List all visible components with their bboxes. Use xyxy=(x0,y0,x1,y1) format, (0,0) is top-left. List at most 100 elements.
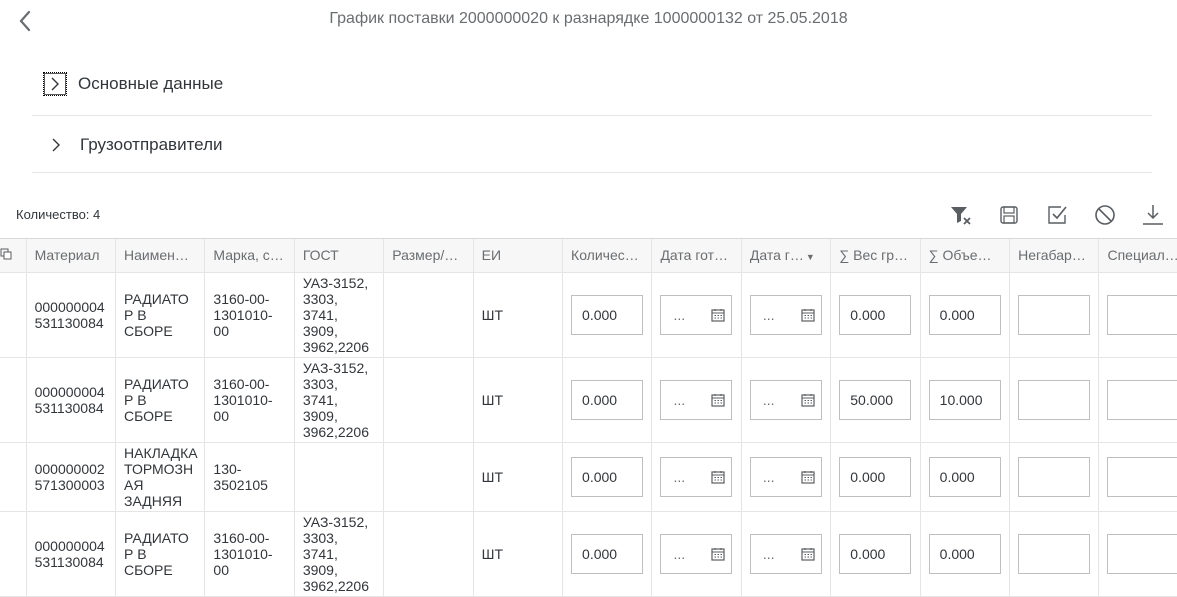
material-line: 531130084 xyxy=(34,553,104,570)
panel-main-data-label[interactable]: Основные данные xyxy=(78,74,223,94)
ready-date-picker[interactable]: ... xyxy=(660,456,733,497)
quantity-input[interactable]: 0.000 xyxy=(571,456,644,497)
mark-line: 1301010- xyxy=(213,306,273,323)
cell-oversize xyxy=(1009,511,1100,597)
special-input[interactable] xyxy=(1107,294,1177,335)
quantity-input[interactable]: 0.000 xyxy=(571,294,644,335)
cell-volume: 10.000 xyxy=(920,357,1011,443)
ready-date-picker[interactable]: ... xyxy=(660,533,733,574)
cell-oversize xyxy=(1009,357,1100,443)
ready-date-picker[interactable]: ... xyxy=(660,379,733,420)
cell-oversize xyxy=(1009,272,1100,358)
confirm-button[interactable] xyxy=(1033,200,1081,230)
table-row[interactable]: 000000004 531130084 РАДИАТО Р В СБОРЕ 3160-00… xyxy=(0,511,1177,597)
oversize-input[interactable] xyxy=(1018,294,1091,335)
select-all-header[interactable] xyxy=(0,239,27,273)
table-row[interactable]: 000000002 571300003 НАКЛАДКА ТОРМОЗН АЯ ЗАДНЯ… xyxy=(0,442,1177,512)
quantity-input[interactable]: 0.000 xyxy=(571,533,644,574)
volume-input[interactable]: 0.000 xyxy=(928,456,1001,497)
gost-line: 3303, xyxy=(302,290,338,307)
column-header-oversize[interactable]: Негабар… xyxy=(1009,239,1100,273)
row-selector[interactable] xyxy=(0,272,27,358)
gost-line: 3962,2206 xyxy=(302,338,370,355)
calendar-icon xyxy=(711,470,726,484)
cell-size xyxy=(383,357,474,443)
column-header-size[interactable]: Размер/… xyxy=(383,239,474,273)
column-header-quantity[interactable]: Количес… xyxy=(562,239,653,273)
ship-date-picker[interactable]: ... xyxy=(749,456,822,497)
table-row[interactable]: 000000004 531130084 РАДИАТО Р В СБОРЕ 3160-00… xyxy=(0,272,1177,358)
chevron-right-icon xyxy=(52,138,60,151)
column-header-name[interactable]: Наимен… xyxy=(115,239,206,273)
cell-gost: УАЗ-3152, 3303, 3741, 3909, 3962,2206 xyxy=(294,357,385,443)
cell-ready-date: ... xyxy=(651,442,742,512)
row-selector[interactable] xyxy=(0,442,27,512)
column-header-ship-date[interactable]: Дата г… ▼ xyxy=(741,239,832,273)
cell-material: 000000004 531130084 xyxy=(26,511,117,597)
calendar-icon xyxy=(801,470,815,484)
gross-weight-input[interactable]: 0.000 xyxy=(839,533,912,574)
material-line: 000000004 xyxy=(34,537,105,554)
panel-shippers-toggle[interactable] xyxy=(44,133,68,157)
gost-line: УАЗ-3152, xyxy=(302,274,369,291)
cell-gross-weight: 50.000 xyxy=(830,357,921,443)
panel-main-data-toggle[interactable] xyxy=(43,71,67,96)
column-header-gost[interactable]: ГОСТ xyxy=(294,239,385,273)
mark-line: 00 xyxy=(213,322,229,339)
column-header-mark[interactable]: Марка, с… xyxy=(204,239,295,273)
download-icon xyxy=(1143,205,1163,225)
save-button[interactable] xyxy=(985,200,1033,230)
special-input[interactable] xyxy=(1107,533,1177,574)
column-header-gross-weight[interactable]: ∑ Вес гр… xyxy=(830,239,921,273)
gross-weight-input[interactable]: 0.000 xyxy=(839,294,912,335)
gross-weight-input[interactable]: 0.000 xyxy=(839,456,912,497)
cell-quantity: 0.000 xyxy=(562,511,653,597)
name-line: РАДИАТО xyxy=(124,375,189,392)
cell-mark: 3160-00- 1301010- 00 xyxy=(204,511,295,597)
gost-line: 3962,2206 xyxy=(302,423,370,440)
special-input[interactable] xyxy=(1107,456,1177,497)
volume-input[interactable]: 10.000 xyxy=(928,379,1001,420)
cell-material: 000000004 531130084 xyxy=(26,357,117,443)
column-header-ready-date[interactable]: Дата гот… xyxy=(651,239,742,273)
volume-input[interactable]: 0.000 xyxy=(928,294,1001,335)
column-header-material[interactable]: Материал xyxy=(26,239,117,273)
cell-unit: ШТ xyxy=(473,357,564,443)
clear-filter-button[interactable] xyxy=(937,200,985,230)
download-button[interactable] xyxy=(1129,200,1177,230)
cell-material: 000000002 571300003 xyxy=(26,442,117,512)
cell-ready-date: ... xyxy=(651,357,742,443)
row-selector[interactable] xyxy=(0,357,27,443)
row-selector[interactable] xyxy=(0,511,27,597)
table-row[interactable]: 000000004 531130084 РАДИАТО Р В СБОРЕ 3160-00… xyxy=(0,357,1177,443)
ship-date-value: ... xyxy=(762,468,775,485)
ship-date-picker[interactable]: ... xyxy=(749,379,822,420)
ship-date-picker[interactable]: ... xyxy=(749,294,822,335)
cell-gross-weight: 0.000 xyxy=(830,511,921,597)
ready-date-value: ... xyxy=(673,545,686,562)
oversize-input[interactable] xyxy=(1018,456,1091,497)
cancel-button[interactable] xyxy=(1081,200,1129,230)
quantity-input[interactable]: 0.000 xyxy=(571,379,644,420)
cell-ready-date: ... xyxy=(651,511,742,597)
volume-input[interactable]: 0.000 xyxy=(928,533,1001,574)
material-line: 000000004 xyxy=(34,298,105,315)
check-icon xyxy=(1048,206,1067,224)
table-toolbar xyxy=(937,200,1177,230)
column-header-special[interactable]: Специал… xyxy=(1098,239,1177,273)
special-input[interactable] xyxy=(1107,379,1177,420)
calendar-icon xyxy=(711,308,726,322)
gross-weight-input[interactable]: 50.000 xyxy=(839,379,912,420)
cell-special xyxy=(1098,357,1177,443)
cell-ship-date: ... xyxy=(741,357,832,443)
ready-date-picker[interactable]: ... xyxy=(660,294,733,335)
mark-line: 3160-00- xyxy=(213,290,270,307)
column-header-unit[interactable]: ЕИ xyxy=(473,239,564,273)
oversize-input[interactable] xyxy=(1018,379,1091,420)
cell-quantity: 0.000 xyxy=(562,442,653,512)
panel-shippers-label[interactable]: Грузоотправители xyxy=(80,135,222,155)
table-header-row: Материал Наимен… Марка, с… ГОСТ Размер/…… xyxy=(0,239,1177,273)
ship-date-picker[interactable]: ... xyxy=(749,533,822,574)
oversize-input[interactable] xyxy=(1018,533,1091,574)
column-header-volume[interactable]: ∑ Объе… xyxy=(920,239,1011,273)
